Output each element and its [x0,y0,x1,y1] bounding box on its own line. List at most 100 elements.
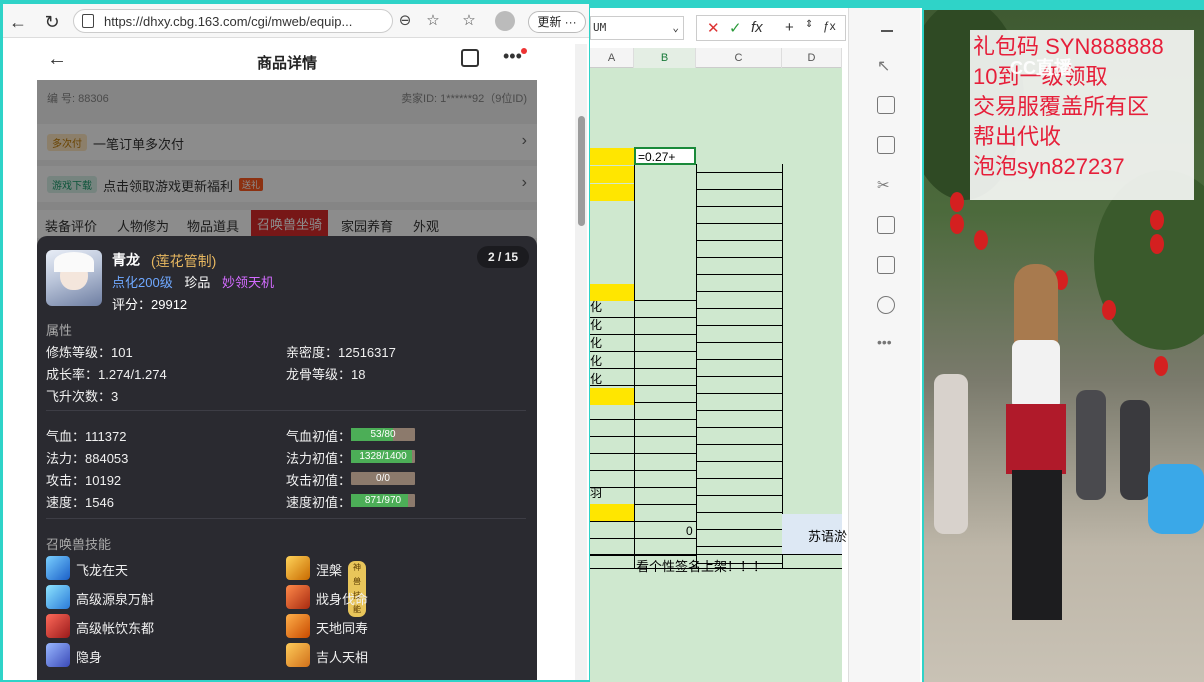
pet-skill-tag: 妙领天机 [221,275,274,290]
chevron-down-icon: ⌄ [672,21,679,34]
grid-line [590,538,696,539]
grid-line [782,164,783,568]
mp: 法力：884053 [46,451,129,466]
crop-icon[interactable] [877,136,895,154]
grid-line [696,444,782,445]
profile-avatar-icon[interactable] [495,11,515,31]
scroll-thumb[interactable] [578,116,585,226]
cancel-icon[interactable]: ✕ [707,19,720,37]
cell-fragment: 化 [590,336,603,350]
active-cell[interactable]: =0.27+ [634,147,696,165]
page-header: ← 商品详情 ••• [37,40,537,80]
skills-heading: 召唤兽技能 [46,537,112,552]
site-info-icon[interactable] [82,14,94,28]
image-icon[interactable] [877,216,895,234]
select-arrow-icon[interactable]: ↖ [877,56,895,75]
more-icon[interactable]: ••• [503,46,522,67]
favorite-star-icon[interactable]: ☆ [423,11,443,31]
insert-function-icon[interactable]: ƒx [823,19,836,33]
zoom-icon[interactable]: ⊖ [395,11,415,31]
atk-init-value: 0/0 [376,473,390,484]
divider [46,518,526,519]
grid-line [696,512,782,513]
update-button[interactable]: 更新 ··· [528,11,586,33]
skill-icon [46,643,70,667]
lantern [950,214,964,234]
settings-icon[interactable] [877,96,895,114]
grid-line [696,257,782,258]
app-icon [1148,464,1204,534]
side-cell[interactable]: 苏语淤 [782,514,847,554]
plus-icon[interactable]: + [785,19,794,36]
grid-line [696,206,782,207]
pet-level: 点化200级 [112,275,173,290]
stream-watermark: CC直播 [1010,58,1072,78]
cell-fragment: 羽 [590,486,603,500]
col-header-a[interactable]: A [590,48,634,68]
share-icon[interactable] [461,49,479,67]
col-header-c[interactable]: C [696,48,782,68]
name-box[interactable]: UM ⌄ [590,16,684,40]
skill-name: 飞龙在天 [76,563,129,578]
function-icon[interactable]: fx [751,19,763,36]
intimacy: 亲密度：12516317 [286,345,396,360]
grid-line [590,470,696,471]
lantern [1150,234,1164,254]
bone-level: 龙骨等级：18 [286,367,366,382]
mp-init-label: 法力初值： [286,451,352,466]
more-horizontal-icon[interactable]: ••• [877,334,895,352]
pet-rarity: 珍品 [184,275,211,290]
grid-line [696,342,782,343]
back-icon[interactable]: ← [7,11,29,33]
hp: 气血：111372 [46,429,127,444]
cell-grid[interactable]: =0.27+ 化 化 化 化 化 羽 0 看个性签名上架！！！ 苏语淤 [590,68,847,682]
mp-init-value: 1328/1400 [359,451,407,462]
spd-init-value: 871/970 [364,495,402,506]
grid-line [590,554,842,555]
skill-name: 戕身伐命 [316,592,369,607]
grid-line [634,148,635,568]
lantern [1154,356,1168,376]
yellow-cell[interactable] [590,184,634,201]
minimize-icon[interactable] [881,30,893,32]
spd-init-label: 速度初值： [286,495,352,510]
pet-meta: 点化200级 珍品 妙领天机 [112,272,274,291]
url-text: https://dhxy.cbg.163.com/cgi/mweb/equip.… [104,14,353,29]
woman-skirt [1006,404,1066,474]
grid-line [696,546,782,547]
col-header-d[interactable]: D [782,48,842,68]
notification-dot [521,48,527,54]
cell-fragment: 化 [590,372,603,386]
grid-line [696,164,697,568]
yellow-cell[interactable] [590,166,634,183]
promo-line: 泡泡syn827237 [973,154,1125,179]
grid-line [590,453,696,454]
skill-name: 吉人天相 [316,650,369,665]
tools-icon[interactable]: ✂ [877,176,895,194]
divider [46,410,526,411]
mp-init-bar: 1328/1400 [351,450,415,463]
confirm-icon[interactable]: ✓ [729,19,742,37]
reload-icon[interactable]: ↻ [41,11,63,33]
grid-line [696,529,782,530]
yellow-cell[interactable] [590,148,634,165]
woman-shirt [1012,340,1060,410]
url-field[interactable]: https://dhxy.cbg.163.com/cgi/mweb/equip.… [73,9,393,33]
note-cell: 看个性签名上架！！！ [636,559,767,574]
favorites-icon[interactable]: ☆ [459,11,479,31]
col-header-b[interactable]: B [634,48,696,68]
address-bar: ← ↻ https://dhxy.cbg.163.com/cgi/mweb/eq… [3,4,589,38]
book-icon[interactable] [877,256,895,274]
page-scrollbar[interactable] [575,44,587,680]
yellow-cell[interactable] [590,504,634,521]
spd-init-bar: 871/970 [351,494,415,507]
zero-cell: 0 [686,524,693,538]
grid-line [590,521,696,522]
yellow-cell[interactable] [590,388,634,405]
stepper-icon[interactable]: ⇕ [805,19,813,30]
ascend-count: 飞升次数：3 [46,389,119,404]
help-icon[interactable] [877,296,895,314]
woman-pants [1012,470,1062,620]
grid-line [696,393,782,394]
skill-name: 天地同寿 [316,621,369,636]
